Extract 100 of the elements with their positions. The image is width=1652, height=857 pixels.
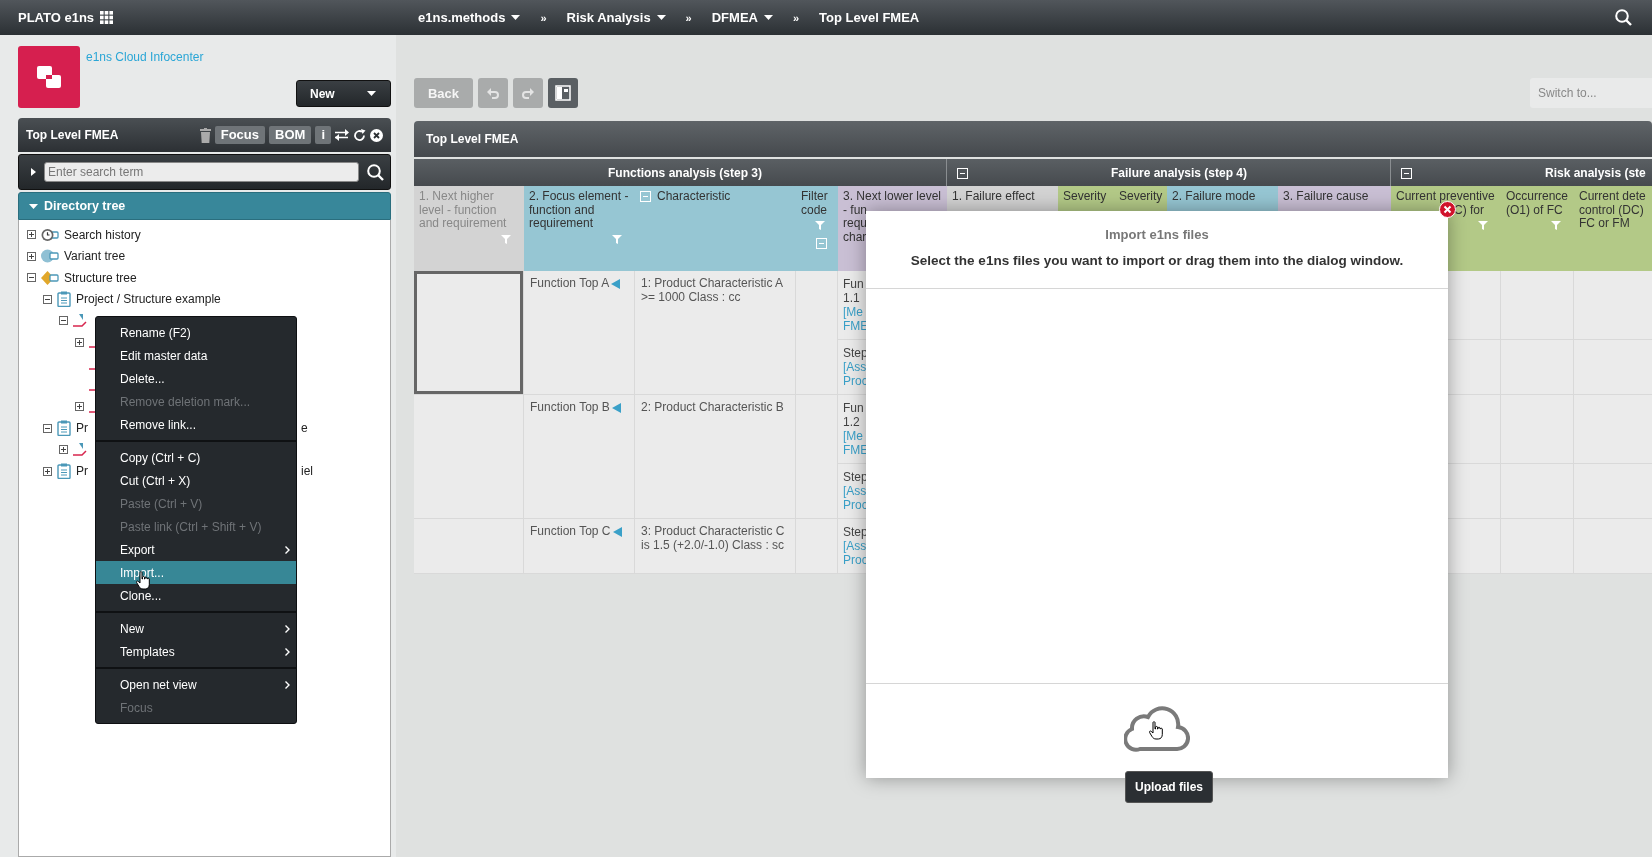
breadcrumb[interactable]: Top Level FMEA [819,10,920,25]
chevron-icon [285,624,290,633]
search-icon[interactable] [367,163,384,181]
variant-icon [41,249,59,264]
search-field[interactable]: Enter search term [44,162,359,182]
breadcrumb-separator: » [540,11,547,24]
cell-text: 1.2 [843,415,861,429]
switch-field[interactable]: Switch to... [1530,78,1652,108]
column-label: 2. Focus element - function and requirement [529,190,630,231]
breadcrumb-separator: » [792,11,800,24]
swap-icon[interactable] [335,129,349,141]
breadcrumb[interactable]: e1ns.methods [418,10,521,25]
panel-button[interactable]: Focus [214,126,266,144]
panel-button[interactable]: BOM [269,126,312,144]
menu-item[interactable]: Open net view [96,673,296,696]
tree-item[interactable]: Structure tree [64,270,137,285]
trash-icon[interactable] [199,127,211,143]
search-icon[interactable] [1615,9,1632,26]
fmea-icon [73,313,87,328]
layout-button[interactable] [548,78,578,108]
menu-item[interactable]: Edit master data [96,344,296,367]
column-label: Severity [1063,190,1107,204]
new-button[interactable]: New [296,80,391,107]
tree-item[interactable]: Search history [64,227,141,242]
clipboard-icon [57,420,71,437]
expand-icon[interactable] [27,230,36,240]
panel-title: Top Level FMEA [26,128,120,142]
app-title: PLATO e1ns [18,10,95,25]
tree-item[interactable]: Pr [76,421,88,436]
expand-icon[interactable] [59,445,68,455]
expand-icon[interactable] [75,402,84,412]
menu-item[interactable]: Rename (F2) [96,321,296,344]
clipboard-icon [57,463,71,480]
clipboard-icon [57,291,71,308]
collapse-icon[interactable] [43,423,52,433]
redo-icon [522,87,534,99]
tree-header[interactable]: Directory tree [18,192,391,220]
breadcrumb[interactable]: DFMEA [711,10,773,25]
cell-text: 1.1 [843,291,861,305]
menu-item[interactable]: Templates [96,640,296,663]
caret-icon[interactable] [31,168,36,176]
column-label: Occurrence (O1) of FC [1506,190,1569,217]
tree-item[interactable]: Pr [76,464,88,479]
group-label: Functions analysis (step 3) [606,165,763,180]
menu-item[interactable]: Export [96,538,296,561]
tooltip: Upload files [1125,771,1213,803]
table-cell: 3: Product Characteristic C is 1.5 (+2.0/-1.0) Class : sc [635,519,796,574]
function-name: Function Top C [530,525,628,539]
chevron-icon [285,680,290,689]
panel-button[interactable]: i [315,126,331,144]
caret-icon [763,15,773,20]
tree-item[interactable]: Project / Structure example [76,292,221,307]
column-label: C) for [1454,203,1484,217]
expand-icon[interactable] [27,251,36,261]
menu-item[interactable]: Clone... [96,584,296,607]
cell-text: Fun [843,277,865,291]
cell-text: Fun [843,401,865,415]
grid-icon[interactable] [100,11,114,24]
group-label: Failure analysis (step 4) [1109,165,1249,180]
expand-icon[interactable] [43,466,52,476]
table-title: Top Level FMEA [414,121,1652,157]
tree-item-text: e [301,421,308,436]
column-label: 2. Failure mode [1172,190,1256,204]
function-name: Function Top B [530,401,628,415]
expand-icon[interactable] [75,337,84,347]
logo-icon [18,46,80,108]
dialog-message: Select the e1ns files you want to import or drag them into the dialog window. [910,253,1404,268]
menu-item[interactable]: New [96,617,296,640]
layout-icon [555,85,571,101]
collapse-icon[interactable] [27,273,36,283]
caret-icon [367,91,376,96]
column-label: 3. Next lower level - fun requ char [843,190,942,244]
hand-cursor-icon [1149,721,1164,740]
collapse-icon[interactable] [43,294,52,304]
dialog-title: Import e1ns files [1105,227,1209,242]
caret-icon [511,15,521,20]
column-label: Characteristic [657,190,731,204]
chevron-icon [285,545,290,554]
collapse-icon[interactable] [59,316,68,326]
menu-item[interactable]: Delete... [96,367,296,390]
function-name: Function Top A [530,277,628,291]
chevron-icon [285,647,290,656]
tree-item[interactable]: Variant tree [64,249,126,264]
column-label: 1. Next higher level - function and requirement [419,190,508,231]
menu-item[interactable]: Copy (Ctrl + C) [96,446,296,469]
table-cell[interactable] [414,271,524,395]
menu-item[interactable]: Cut (Ctrl + X) [96,469,296,492]
close-icon[interactable] [370,128,383,142]
column-label: Filter code [801,190,829,217]
caret-icon [656,15,666,20]
diamond-folder-icon [41,270,59,285]
column-label: 3. Failure cause [1283,190,1369,204]
breadcrumb[interactable]: Risk Analysis [566,10,666,25]
fmea-icon [73,442,87,457]
cloud-upload-icon[interactable] [1124,705,1190,753]
menu-item[interactable]: Remove link... [96,413,296,436]
column-label: Current preventive [1396,190,1495,204]
refresh-icon[interactable] [353,128,366,142]
group-label: Risk analysis (ste [1545,165,1646,180]
column-label: Current dete control (DC) FC or FM [1579,190,1646,231]
